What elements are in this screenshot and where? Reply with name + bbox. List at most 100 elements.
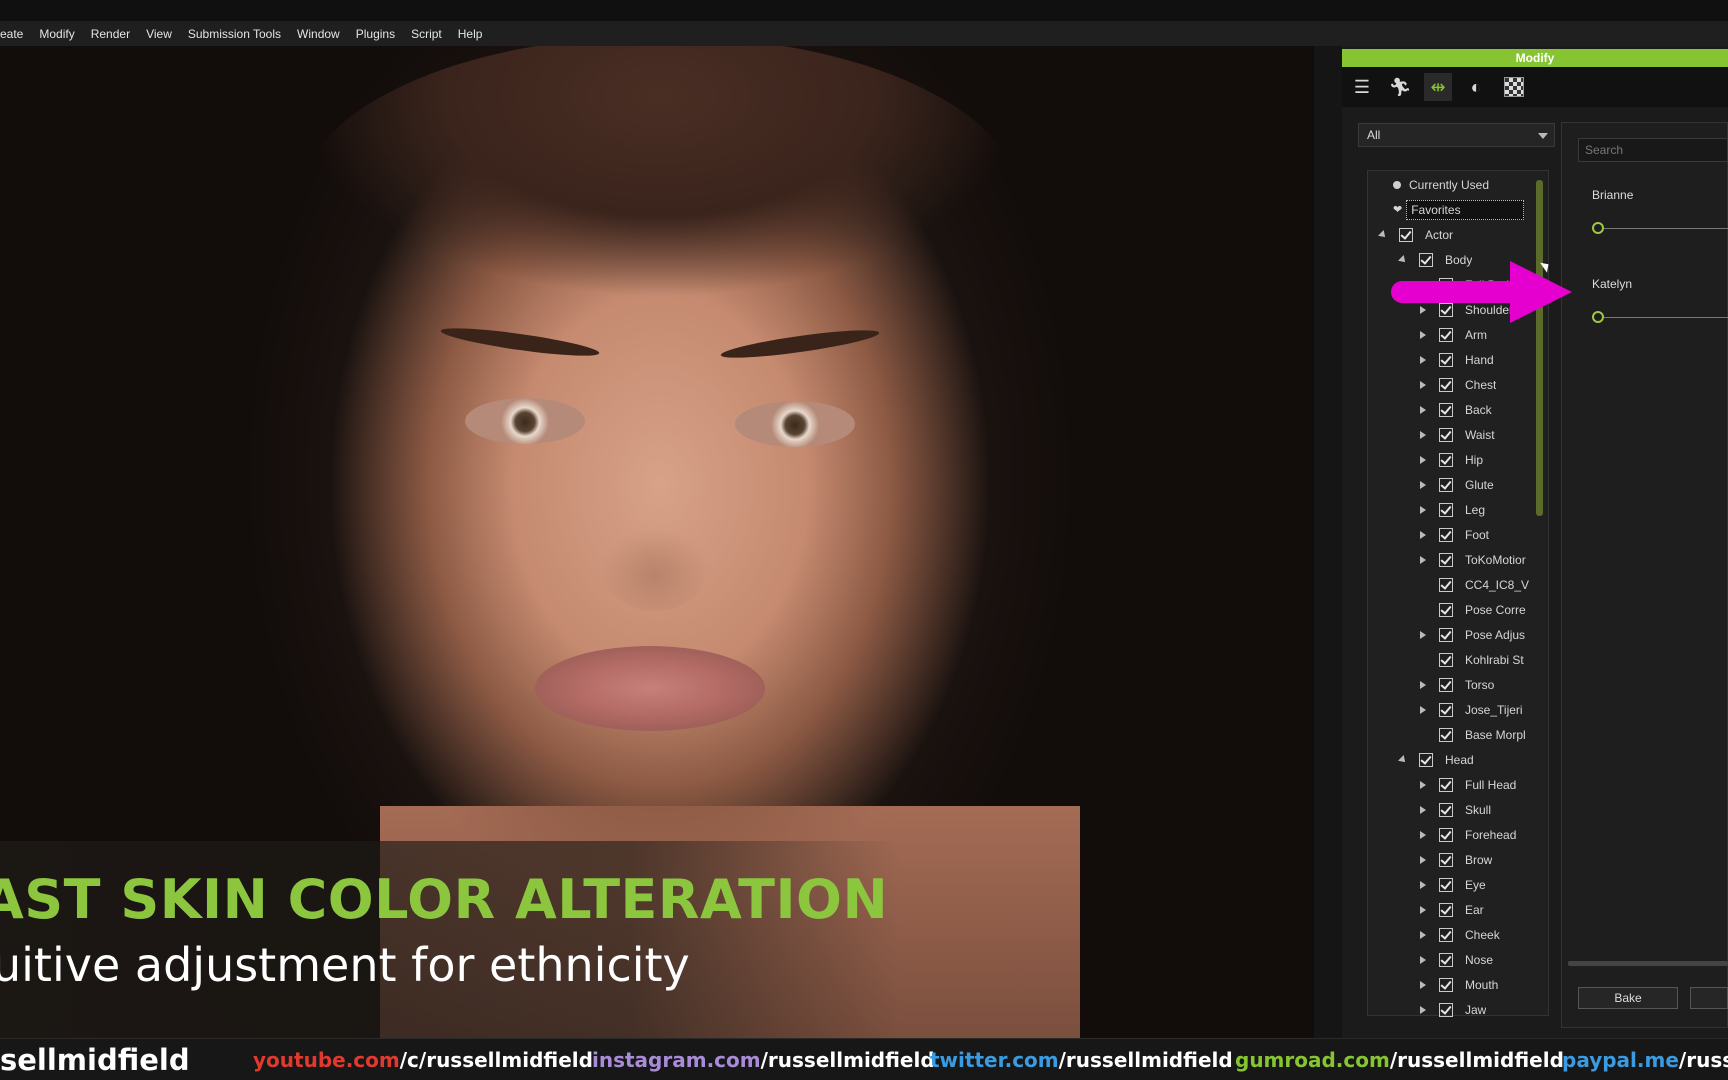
checkbox[interactable] [1439,377,1453,392]
secondary-button[interactable]: F [1690,987,1728,1009]
expand-triangle-icon[interactable] [1417,880,1429,889]
checkbox[interactable] [1439,902,1453,917]
checkbox[interactable] [1439,452,1453,467]
expand-triangle-icon[interactable] [1417,955,1429,964]
checkbox[interactable] [1439,327,1453,342]
checkbox[interactable] [1439,402,1453,417]
footer-link-youtube[interactable]: youtube.com/c/russellmidfield [253,1048,593,1072]
tree-item[interactable]: Torso [1417,672,1494,697]
expand-triangle-icon[interactable] [1417,680,1429,689]
expand-triangle-icon[interactable] [1417,780,1429,789]
panel-splitter[interactable] [1314,46,1342,1038]
expand-triangle-icon[interactable] [1417,805,1429,814]
tree-item[interactable]: ❤ Favorites [1393,197,1525,222]
tree-item[interactable]: Forehead [1417,822,1516,847]
menu-item-window[interactable]: Window [289,27,348,41]
tree-item[interactable]: Pose Adjus [1417,622,1525,647]
expand-triangle-icon[interactable] [1417,455,1429,464]
checkbox[interactable] [1419,752,1433,767]
checkbox[interactable] [1439,702,1453,717]
expand-triangle-icon[interactable] [1417,930,1429,939]
expand-triangle-icon[interactable] [1417,405,1429,414]
tree-item[interactable]: Foot [1417,522,1489,547]
menu-item-render[interactable]: Render [83,27,138,41]
checkbox[interactable] [1439,652,1453,667]
checkbox[interactable] [1439,302,1453,317]
bake-button[interactable]: Bake [1578,987,1678,1009]
render-viewport[interactable]: AST SKIN COLOR ALTERATION uitive adjustm… [0,46,1314,1038]
menu-item-script[interactable]: Script [403,27,450,41]
footer-link-twitter[interactable]: twitter.com/russellmidfield [930,1048,1233,1072]
checkbox[interactable] [1439,627,1453,642]
footer-link-paypal[interactable]: paypal.me/russel [1562,1048,1728,1072]
tree-item[interactable]: Base Morpl [1417,722,1526,747]
checkbox[interactable] [1439,427,1453,442]
menu-item-eate[interactable]: eate [0,27,31,41]
checkbox[interactable] [1439,927,1453,942]
expand-triangle-icon[interactable] [1417,330,1429,339]
morph-icon[interactable]: ⇹ [1424,73,1452,101]
expand-triangle-icon[interactable] [1417,480,1429,489]
checkbox[interactable] [1439,352,1453,367]
footer-link-gumroad[interactable]: gumroad.com/russellmidfield [1235,1048,1564,1072]
checkbox[interactable] [1439,602,1453,617]
checkbox[interactable] [1439,827,1453,842]
tree-item[interactable]: Pose Corre [1417,597,1526,622]
footer-link-instagram[interactable]: instagram.com/russellmidfield [592,1048,935,1072]
tree-item[interactable]: Jaw [1417,997,1486,1022]
checker-icon[interactable] [1500,73,1528,101]
pose-icon[interactable]: 🏃︎ [1386,73,1414,101]
sliders-icon[interactable]: ☰ [1348,73,1376,101]
expand-triangle-icon[interactable] [1417,980,1429,989]
tree-item[interactable]: ToKoMotior [1417,547,1526,572]
checkbox[interactable] [1439,977,1453,992]
checkbox[interactable] [1439,477,1453,492]
checkbox[interactable] [1439,1002,1453,1017]
expand-triangle-icon[interactable] [1417,430,1429,439]
slider-track-katelyn[interactable] [1598,317,1728,318]
tree-item[interactable]: Eye [1417,872,1486,897]
checkbox[interactable] [1439,552,1453,567]
collapse-triangle-icon[interactable] [1397,754,1409,765]
tree-item[interactable]: Waist [1417,422,1495,447]
tree-item[interactable]: Chest [1417,372,1496,397]
expand-triangle-icon[interactable] [1417,1005,1429,1014]
tree-item[interactable]: Arm [1417,322,1487,347]
checkbox[interactable] [1439,802,1453,817]
expand-triangle-icon[interactable] [1417,555,1429,564]
tree-item[interactable]: Jose_Tijeri [1417,697,1523,722]
collapse-triangle-icon[interactable] [1397,254,1409,265]
tree-item[interactable]: Currently Used [1393,172,1489,197]
slider-knob-brianne[interactable] [1592,222,1604,234]
checkbox[interactable] [1399,227,1413,242]
slider-track-brianne[interactable] [1598,228,1728,229]
tree-item[interactable]: Mouth [1417,972,1498,997]
checkbox[interactable] [1439,502,1453,517]
tree-item[interactable]: Hand [1417,347,1494,372]
menu-item-modify[interactable]: Modify [31,27,82,41]
menu-item-plugins[interactable]: Plugins [348,27,403,41]
expand-triangle-icon[interactable] [1417,705,1429,714]
menu-item-submission-tools[interactable]: Submission Tools [180,27,289,41]
expand-triangle-icon[interactable] [1417,305,1429,314]
checkbox[interactable] [1439,852,1453,867]
expand-triangle-icon[interactable] [1417,855,1429,864]
expand-triangle-icon[interactable] [1417,905,1429,914]
checkbox[interactable] [1439,727,1453,742]
menu-item-view[interactable]: View [138,27,180,41]
collapse-triangle-icon[interactable] [1377,229,1389,240]
tree-item[interactable]: Head [1397,747,1474,772]
menu-item-help[interactable]: Help [450,27,491,41]
tree-item[interactable]: Full Head [1417,772,1516,797]
tree-item[interactable]: Skull [1417,797,1491,822]
tree-item[interactable]: Body [1397,247,1472,272]
expand-triangle-icon[interactable] [1417,505,1429,514]
checkbox[interactable] [1439,577,1453,592]
tree-item[interactable]: Nose [1417,947,1493,972]
tree-item[interactable]: Glute [1417,472,1494,497]
tree-item[interactable]: CC4_IC8_V [1417,572,1529,597]
checkbox[interactable] [1439,777,1453,792]
tree-item[interactable]: Cheek [1417,922,1500,947]
expand-triangle-icon[interactable] [1417,830,1429,839]
tree-item[interactable]: Hip [1417,447,1483,472]
